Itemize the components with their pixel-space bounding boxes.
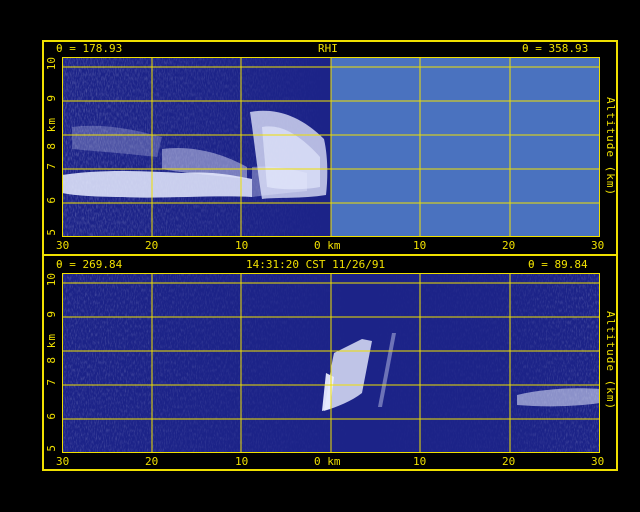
bottom-ytick-8: 8 (45, 357, 58, 364)
top-rhi-plot (62, 57, 600, 237)
bottom-rhi-panel (62, 273, 600, 453)
top-yaxis-label-right: Altitude (km) (604, 97, 617, 197)
top-xtick-0: 0 km (314, 239, 341, 252)
top-ytick-10: 10 (45, 57, 58, 71)
top-xtick-10-left: 10 (235, 239, 249, 252)
bottom-xtick-20-right: 20 (502, 455, 516, 468)
top-header: θ = 178.93 RHI θ = 358.93 (44, 41, 616, 56)
bottom-timestamp: 14:31:20 CST 11/26/91 (246, 258, 386, 271)
top-scan-mode: RHI (318, 42, 338, 55)
top-ytick-9: 9 (45, 95, 58, 102)
top-azimuth-left: θ = 178.93 (56, 42, 123, 55)
top-ytick-6: 6 (45, 197, 58, 204)
top-xtick-20-right: 20 (502, 239, 516, 252)
top-ytick-5: 5 (45, 229, 58, 236)
bottom-xtick-30-right: 30 (591, 455, 605, 468)
top-rhi-panel (62, 57, 600, 237)
bottom-ytick-9: 9 (45, 311, 58, 318)
bottom-azimuth-left: θ = 269.84 (56, 258, 123, 271)
top-ytick-8: 8 (45, 143, 58, 150)
bottom-ytick-6: 6 (45, 413, 58, 420)
top-xtick-30-left: 30 (56, 239, 70, 252)
top-azimuth-right: θ = 358.93 (522, 42, 589, 55)
bottom-yaxis-label-right: Altitude (km) (604, 311, 617, 411)
bottom-header: θ = 269.84 14:31:20 CST 11/26/91 θ = 89.… (44, 257, 616, 272)
top-yaxis-unit: km (45, 117, 58, 133)
panel-divider (42, 254, 618, 256)
top-no-data-region (331, 57, 600, 237)
bottom-azimuth-right: θ = 89.84 (528, 258, 588, 271)
top-xtick-30-right: 30 (591, 239, 605, 252)
top-ytick-7: 7 (45, 163, 58, 170)
bottom-xtick-0: 0 km (314, 455, 341, 468)
bottom-rhi-plot (62, 273, 600, 453)
top-xtick-20-left: 20 (145, 239, 159, 252)
bottom-yaxis-unit: km (45, 333, 58, 349)
top-xtick-10-right: 10 (413, 239, 427, 252)
bottom-xtick-10-right: 10 (413, 455, 427, 468)
bottom-ytick-5: 5 (45, 445, 58, 452)
bottom-xtick-20-left: 20 (145, 455, 159, 468)
bottom-xtick-30-left: 30 (56, 455, 70, 468)
bottom-ytick-7: 7 (45, 379, 58, 386)
bottom-ytick-10: 10 (45, 273, 58, 287)
bottom-xtick-10-left: 10 (235, 455, 249, 468)
